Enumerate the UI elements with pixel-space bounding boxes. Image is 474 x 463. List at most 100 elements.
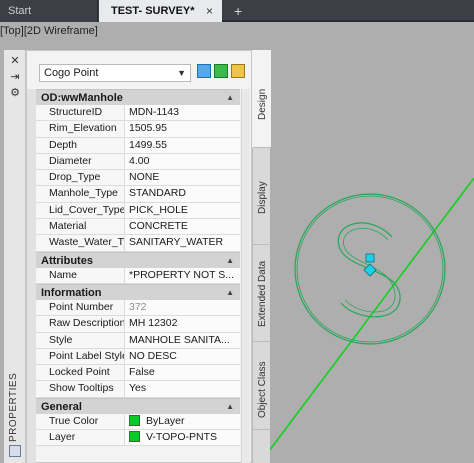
manhole-s-symbol — [337, 222, 401, 318]
property-value[interactable]: MDN-1143 — [125, 105, 240, 121]
tab-design-label: Design — [257, 88, 268, 120]
property-name: Locked Point — [36, 365, 125, 381]
property-row[interactable]: Style MANHOLE SANITA... — [36, 332, 240, 349]
property-row[interactable]: Name *PROPERTY NOT S... — [36, 267, 240, 284]
property-row[interactable]: Diameter 4.00 — [36, 153, 240, 171]
property-value[interactable]: STANDARD — [125, 186, 240, 202]
tab-design[interactable]: Design — [252, 50, 271, 148]
property-name: Drop_Type — [36, 170, 125, 186]
property-row[interactable]: Locked Point False — [36, 365, 240, 382]
property-value[interactable]: Yes — [125, 381, 240, 397]
properties-panel: Cogo Point ▼ OD:wwManhole ▲ StructureID MDN… — [26, 50, 252, 463]
chevron-down-icon: ▼ — [177, 68, 186, 78]
property-value-text: Yes — [129, 382, 147, 395]
property-value[interactable]: V-TOPO-PNTS — [125, 430, 240, 446]
property-row[interactable]: Waste_Water_Type SANITARY_WATER — [36, 235, 240, 252]
property-value[interactable]: 1505.95 — [125, 121, 240, 137]
collapse-icon[interactable]: ▲ — [226, 253, 234, 269]
property-value[interactable]: 372 — [125, 299, 240, 316]
property-value-text: MANHOLE SANITA... — [129, 333, 230, 346]
collapse-icon[interactable]: ▲ — [226, 285, 234, 301]
category-header[interactable]: General ▲ — [36, 397, 240, 415]
collapse-icon[interactable]: ▲ — [226, 90, 234, 106]
property-value-text: SANITARY_WATER — [129, 236, 224, 249]
property-value[interactable]: PICK_HOLE — [125, 202, 240, 219]
toggle-pickadd-icon[interactable] — [197, 64, 211, 78]
viewport-label[interactable]: [Top][2D Wireframe] — [0, 25, 98, 37]
property-row[interactable]: Point Label Style NO DESC — [36, 348, 240, 366]
property-row[interactable]: Manhole_Type STANDARD — [36, 186, 240, 203]
property-value-text: CONCRETE — [129, 220, 188, 233]
property-name: Style — [36, 332, 125, 348]
property-row[interactable]: Layer V-TOPO-PNTS — [36, 430, 240, 447]
collapse-icon[interactable]: ▲ — [226, 399, 234, 415]
tab-start[interactable]: Start — [0, 0, 98, 22]
property-name: StructureID — [36, 105, 125, 121]
property-value[interactable]: 1499.55 — [125, 137, 240, 153]
manhole-s-symbol-inner — [343, 227, 396, 313]
property-value-text: V-TOPO-PNTS — [146, 431, 217, 444]
palette-icon[interactable] — [9, 445, 21, 457]
palette-tabs: Design Display Extended Data Object Clas… — [252, 50, 271, 463]
tab-object-class-label: Object Class — [257, 361, 268, 418]
category-header[interactable]: OD:wwManhole ▲ — [36, 89, 240, 105]
close-icon[interactable]: ✕ — [9, 54, 21, 67]
category-header[interactable]: Attributes ▲ — [36, 251, 240, 269]
property-value[interactable]: SANITARY_WATER — [125, 235, 240, 251]
property-name: Material — [36, 219, 125, 235]
property-value[interactable]: MH 12302 — [125, 316, 240, 332]
property-row[interactable]: Raw Description MH 12302 — [36, 316, 240, 333]
property-value[interactable]: False — [125, 365, 240, 381]
property-name: Manhole_Type — [36, 186, 125, 202]
property-value[interactable]: NO DESC — [125, 348, 240, 365]
gear-icon[interactable]: ⚙ — [9, 86, 21, 99]
category-title: Information — [41, 286, 102, 299]
property-value[interactable]: NONE — [125, 170, 240, 186]
close-icon[interactable]: × — [206, 0, 213, 22]
property-name: Name — [36, 267, 125, 283]
property-row[interactable]: Point Number 372 — [36, 299, 240, 317]
property-value-text: STANDARD — [129, 187, 186, 200]
property-value-text: MDN-1143 — [129, 106, 179, 118]
scrollbar[interactable] — [241, 89, 250, 463]
property-row[interactable]: StructureID MDN-1143 — [36, 105, 240, 122]
tab-display[interactable]: Display — [253, 148, 271, 245]
tab-test-survey[interactable]: TEST- SURVEY* × — [99, 0, 222, 22]
color-swatch — [129, 431, 140, 443]
category-title: OD:wwManhole — [41, 92, 123, 104]
tab-extended-data[interactable]: Extended Data — [253, 245, 271, 342]
new-tab-button[interactable]: + — [226, 0, 250, 22]
property-row[interactable]: Rim_Elevation 1505.95 — [36, 121, 240, 138]
property-row[interactable]: Drop_Type NONE — [36, 170, 240, 187]
property-value[interactable]: MANHOLE SANITA... — [125, 332, 240, 348]
property-grid: OD:wwManhole ▲ StructureID MDN-1143 Rim_Elev… — [36, 89, 240, 447]
property-row[interactable]: Show Tooltips Yes — [36, 381, 240, 398]
category-header[interactable]: Information ▲ — [36, 283, 240, 301]
tab-object-class[interactable]: Object Class — [253, 342, 271, 430]
property-value-text: NONE — [129, 171, 160, 184]
document-tab-bar: Start TEST- SURVEY* × + — [0, 0, 474, 22]
property-name: Lid_Cover_Type — [36, 202, 125, 219]
property-row[interactable]: Lid_Cover_Type PICK_HOLE — [36, 202, 240, 220]
property-value-text: 1499.55 — [129, 138, 167, 151]
palette-title: PROPERTIES — [8, 372, 19, 442]
select-objects-icon[interactable] — [214, 64, 228, 78]
property-value-text: 372 — [129, 300, 147, 313]
manhole-outer-circle-inner — [296, 195, 444, 343]
object-type-dropdown[interactable]: Cogo Point ▼ — [39, 64, 191, 82]
property-value[interactable]: ByLayer — [125, 413, 240, 430]
grip-diamond — [363, 263, 377, 277]
property-name: Diameter — [36, 153, 125, 170]
quick-select-icon[interactable] — [231, 64, 245, 78]
color-swatch — [129, 414, 140, 426]
property-name: Raw Description — [36, 316, 125, 332]
property-row[interactable]: Material CONCRETE — [36, 219, 240, 236]
property-row[interactable]: Depth 1499.55 — [36, 137, 240, 154]
property-value[interactable]: 4.00 — [125, 153, 240, 170]
property-row[interactable]: True Color ByLayer — [36, 413, 240, 431]
property-value-text: NO DESC — [129, 349, 177, 362]
property-value[interactable]: CONCRETE — [125, 219, 240, 235]
property-value[interactable]: *PROPERTY NOT S... — [125, 267, 240, 283]
property-name: Point Number — [36, 299, 125, 316]
auto-hide-icon[interactable]: ⇥ — [9, 70, 21, 83]
